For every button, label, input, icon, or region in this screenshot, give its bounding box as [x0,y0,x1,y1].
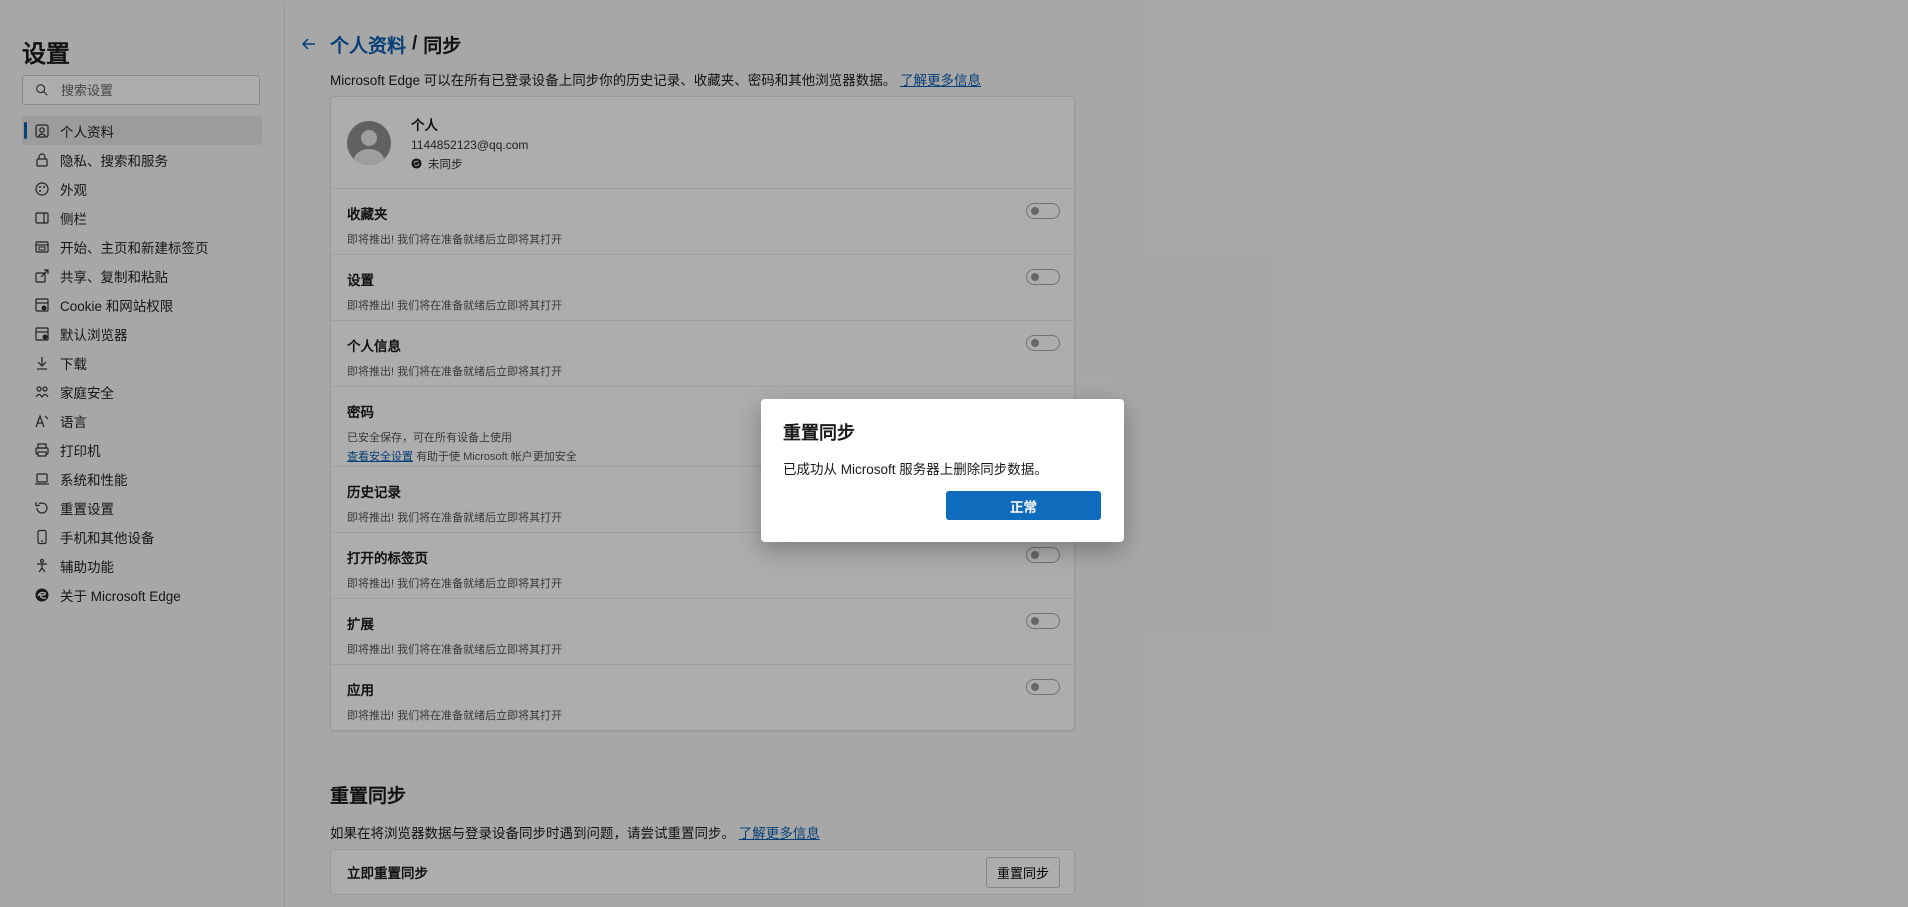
reset-sync-dialog: 重置同步 已成功从 Microsoft 服务器上删除同步数据。 正常 [761,399,1124,542]
dialog-message: 已成功从 Microsoft 服务器上删除同步数据。 [783,462,1048,477]
dialog-title: 重置同步 [783,423,855,443]
dialog-ok-button[interactable]: 正常 [946,491,1101,520]
